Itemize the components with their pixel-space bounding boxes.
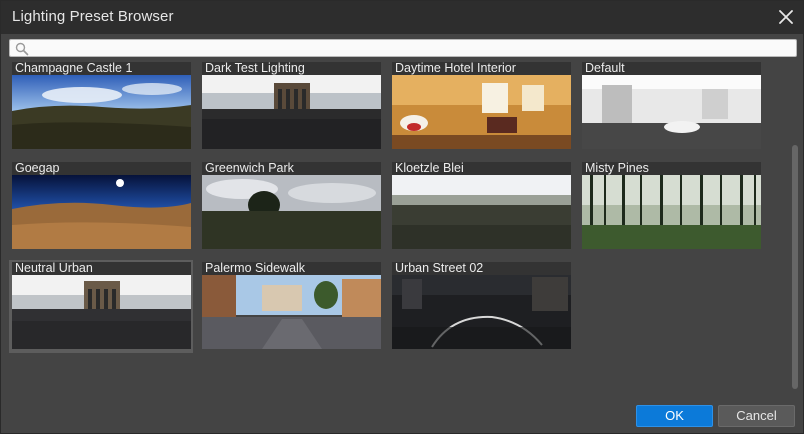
preset-thumbnail [202, 75, 381, 149]
title-bar: Lighting Preset Browser [1, 1, 803, 34]
preset-tile[interactable]: Kloetzle Blei [389, 160, 573, 253]
preset-name: Dark Test Lighting [205, 61, 305, 75]
preset-name: Default [585, 61, 625, 75]
preset-thumbnail [12, 175, 191, 249]
preset-thumbnail [12, 275, 191, 349]
preset-label-bar: Palermo Sidewalk [202, 261, 381, 275]
preset-thumbnail [392, 275, 571, 349]
preset-label-bar: Urban Street 02 [392, 261, 571, 275]
scrollbar-thumb[interactable] [792, 145, 798, 389]
close-button[interactable] [773, 5, 799, 29]
preset-thumbnail [582, 175, 761, 249]
preset-label-bar: Kloetzle Blei [392, 161, 571, 175]
preset-tile[interactable]: Greenwich Park [199, 160, 383, 253]
preset-label-bar: Default [582, 61, 761, 75]
preset-thumbnail [392, 75, 571, 149]
preset-thumbnail [582, 75, 761, 149]
preset-tile[interactable]: Dark Test Lighting [199, 60, 383, 153]
preset-name: Palermo Sidewalk [205, 261, 306, 275]
preset-tile[interactable]: Champagne Castle 1 [9, 60, 193, 153]
preset-label-bar: Daytime Hotel Interior [392, 61, 571, 75]
preset-tile[interactable]: Default [579, 60, 763, 153]
preset-name: Greenwich Park [205, 161, 294, 175]
preset-label-bar: Dark Test Lighting [202, 61, 381, 75]
preset-label-bar: Goegap [12, 161, 191, 175]
close-icon [779, 10, 793, 24]
search-input[interactable] [34, 40, 784, 56]
preset-name: Misty Pines [585, 161, 649, 175]
preset-tile[interactable]: Palermo Sidewalk [199, 260, 383, 353]
cancel-button[interactable]: Cancel [718, 405, 795, 427]
preset-label-bar: Neutral Urban [12, 261, 191, 275]
preset-tile[interactable]: Misty Pines [579, 160, 763, 253]
preset-tile[interactable]: Urban Street 02 [389, 260, 573, 353]
search-icon [15, 42, 29, 56]
preset-name: Urban Street 02 [395, 261, 484, 275]
preset-thumbnail [202, 275, 381, 349]
ok-button[interactable]: OK [636, 405, 713, 427]
preset-name: Neutral Urban [15, 261, 93, 275]
preset-grid: Champagne Castle 1 Dark Test Lighting Da… [9, 60, 791, 397]
lighting-preset-browser-dialog: Lighting Preset Browser Champagne Castle… [0, 0, 804, 434]
grid-scrollbar[interactable] [791, 60, 800, 397]
preset-tile[interactable]: Daytime Hotel Interior [389, 60, 573, 153]
preset-name: Kloetzle Blei [395, 161, 464, 175]
preset-tile[interactable]: Goegap [9, 160, 193, 253]
preset-name: Daytime Hotel Interior [395, 61, 516, 75]
preset-name: Champagne Castle 1 [15, 61, 133, 75]
preset-thumbnail [12, 75, 191, 149]
search-field[interactable] [9, 39, 797, 57]
preset-name: Goegap [15, 161, 60, 175]
preset-label-bar: Misty Pines [582, 161, 761, 175]
preset-thumbnail [202, 175, 381, 249]
preset-tile[interactable]: Neutral Urban [9, 260, 193, 353]
dialog-title: Lighting Preset Browser [12, 8, 174, 25]
preset-label-bar: Champagne Castle 1 [12, 61, 191, 75]
preset-thumbnail [392, 175, 571, 249]
preset-label-bar: Greenwich Park [202, 161, 381, 175]
